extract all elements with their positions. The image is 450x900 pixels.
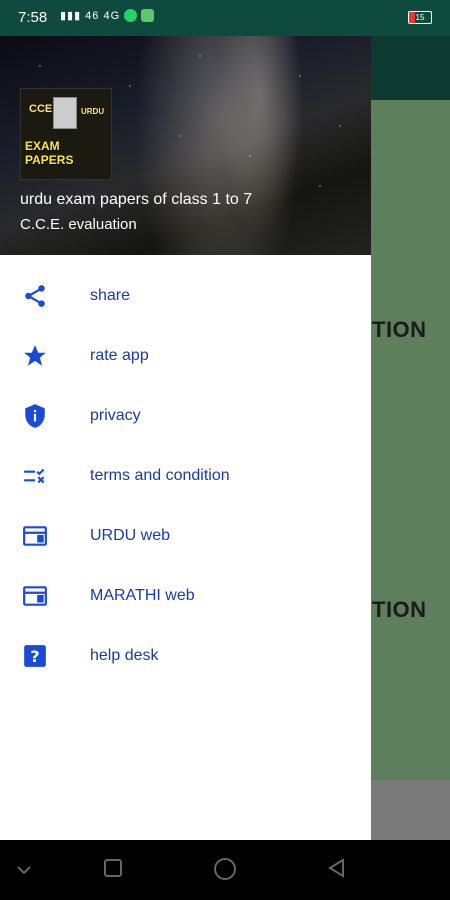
status-bar: 7:58 ▮▮▮ 46 4G 15: [0, 0, 450, 36]
whatsapp-icon: [124, 9, 138, 22]
system-navigation-bar: [0, 840, 450, 900]
background-card-text-1[interactable]: TION: [372, 317, 427, 343]
menu-item-help-desk[interactable]: ? help desk: [0, 626, 371, 686]
chevron-down-icon[interactable]: [14, 860, 34, 885]
web-icon: [22, 583, 48, 609]
menu-item-label: URDU web: [90, 527, 171, 544]
logo-text-exam-papers: EXAM PAPERS: [25, 139, 74, 167]
logo-text-cce: CCE: [29, 103, 53, 115]
menu-item-label: privacy: [90, 407, 141, 424]
menu-item-label: MARATHI web: [90, 587, 195, 604]
menu-item-marathi-web[interactable]: MARATHI web: [0, 566, 371, 626]
recent-apps-button[interactable]: [103, 858, 123, 883]
drawer-subtitle: C.C.E. evaluation: [20, 216, 137, 233]
battery-icon: 15: [408, 11, 432, 24]
shield-icon: [22, 403, 48, 429]
menu-item-label: help desk: [90, 647, 159, 664]
menu-item-urdu-web[interactable]: URDU web: [0, 506, 371, 566]
menu-item-terms[interactable]: terms and condition: [0, 446, 371, 506]
logo-text-urdu: URDU: [81, 107, 105, 116]
status-icons: ▮▮▮ 46 4G: [60, 9, 155, 22]
status-time: 7:58: [18, 9, 48, 26]
menu-item-privacy[interactable]: privacy: [0, 386, 371, 446]
navigation-drawer: CCE URDU EXAM PAPERS urdu exam papers of…: [0, 36, 371, 840]
back-button[interactable]: [327, 858, 347, 883]
signal-icon: ▮▮▮: [60, 10, 82, 22]
checklist-icon: [22, 463, 48, 489]
svg-text:?: ?: [30, 647, 39, 666]
share-icon: [22, 283, 48, 309]
background-card-text-2[interactable]: TION: [372, 597, 427, 623]
paper-icon: [53, 97, 77, 129]
help-icon: ?: [22, 643, 48, 669]
app-logo: CCE URDU EXAM PAPERS: [20, 88, 112, 180]
home-button[interactable]: [213, 857, 237, 886]
message-icon: [141, 9, 155, 22]
menu-item-rate-app[interactable]: rate app: [0, 326, 371, 386]
web-icon: [22, 523, 48, 549]
network-text: 46 4G: [85, 9, 121, 22]
battery-level: 15: [415, 13, 425, 22]
drawer-header: CCE URDU EXAM PAPERS urdu exam papers of…: [0, 36, 371, 255]
menu-item-label: rate app: [90, 347, 149, 364]
menu-item-label: share: [90, 287, 131, 304]
drawer-title: urdu exam papers of class 1 to 7: [20, 191, 253, 208]
star-icon: [22, 343, 48, 369]
menu-item-share[interactable]: share: [0, 266, 371, 326]
menu-item-label: terms and condition: [90, 467, 230, 484]
drawer-menu: share rate app privacy terms and conditi…: [0, 266, 371, 686]
